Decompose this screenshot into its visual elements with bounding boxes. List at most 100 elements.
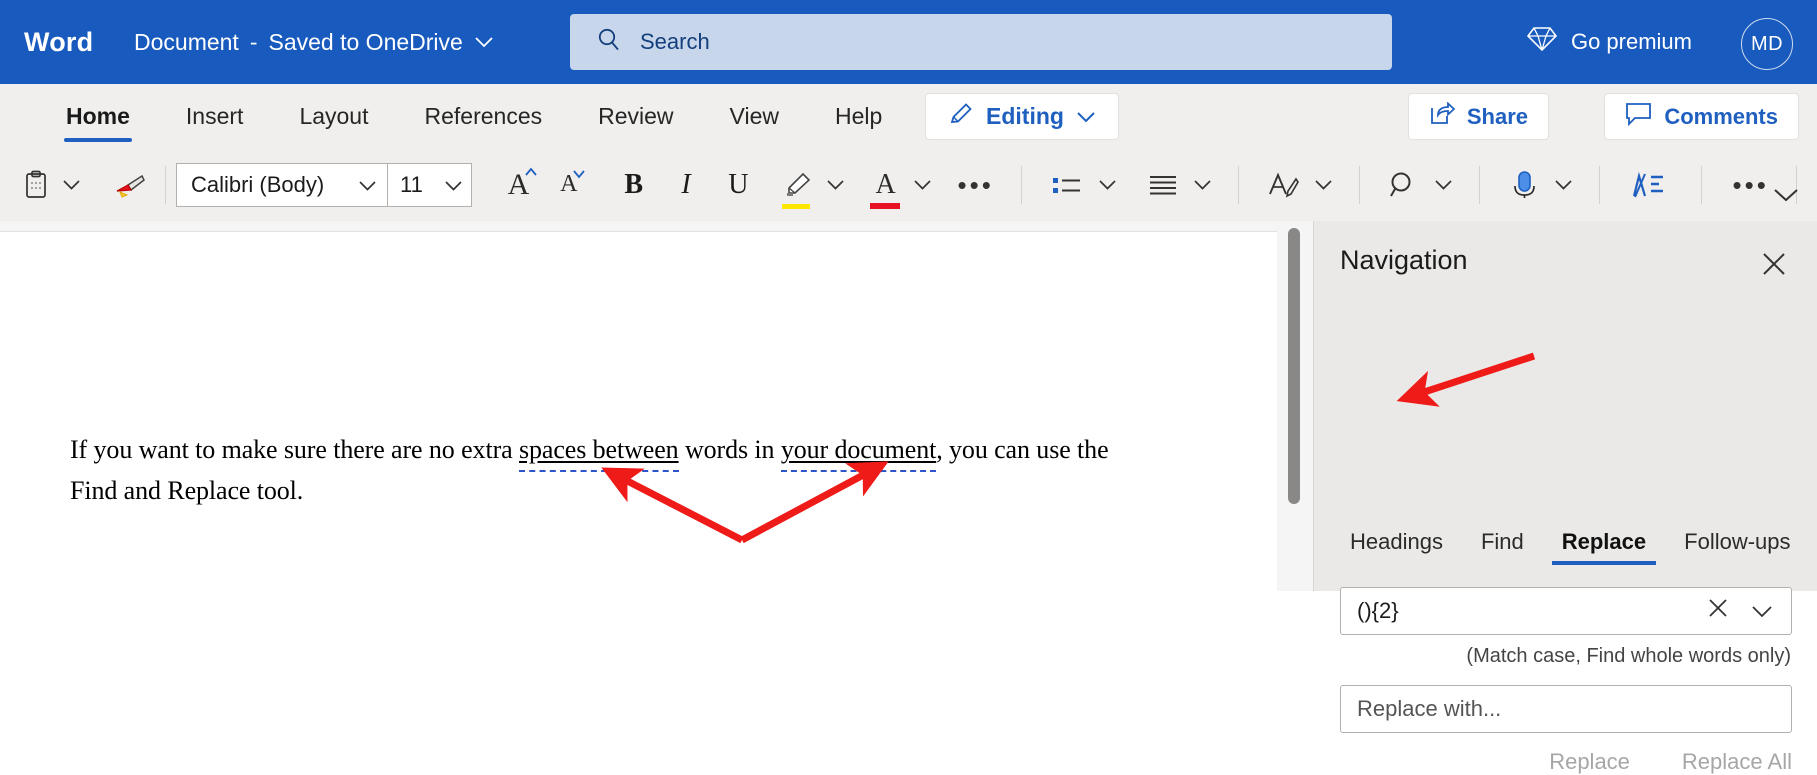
title-bar: Word Document - Saved to OneDrive Search… bbox=[0, 0, 1817, 84]
highlight-icon[interactable] bbox=[774, 159, 821, 211]
toolbar-divider bbox=[1700, 165, 1702, 204]
replace-button[interactable]: Replace bbox=[1549, 749, 1630, 775]
search-box[interactable]: Search bbox=[570, 14, 1392, 70]
paste-clipboard-icon[interactable] bbox=[16, 159, 57, 211]
shrink-font-icon[interactable]: A bbox=[544, 159, 594, 211]
chevron-down-icon bbox=[444, 172, 463, 198]
tab-review[interactable]: Review bbox=[570, 84, 701, 148]
dictate-dropdown[interactable] bbox=[1548, 159, 1579, 211]
tab-references[interactable]: References bbox=[397, 84, 571, 148]
editing-label: Editing bbox=[986, 103, 1064, 129]
align-icon[interactable] bbox=[1139, 159, 1187, 211]
title-separator: - bbox=[249, 28, 258, 55]
font-color-icon[interactable]: A bbox=[863, 159, 908, 211]
font-name-selector[interactable]: Calibri (Body) bbox=[175, 162, 388, 207]
styles-icon[interactable] bbox=[1259, 159, 1307, 211]
toolbar-divider bbox=[1478, 165, 1480, 204]
app-name: Word bbox=[24, 26, 94, 57]
toolbar-divider bbox=[165, 165, 166, 204]
ellipsis-glyph: ••• bbox=[957, 169, 994, 200]
paragraph-text-2: words in bbox=[678, 435, 781, 464]
comments-button[interactable]: Comments bbox=[1604, 93, 1799, 140]
more-options-icon[interactable]: ••• bbox=[1726, 159, 1776, 211]
document-scrollbar-thumb[interactable] bbox=[1288, 228, 1300, 504]
nav-tab-find[interactable]: Find bbox=[1471, 529, 1534, 565]
share-label: Share bbox=[1466, 103, 1528, 129]
share-button[interactable]: Share bbox=[1407, 93, 1549, 140]
save-status: Saved to OneDrive bbox=[268, 28, 463, 55]
align-dropdown[interactable] bbox=[1187, 159, 1218, 211]
close-icon[interactable] bbox=[1757, 247, 1791, 281]
search-placeholder: Search bbox=[640, 29, 710, 54]
format-painter-icon[interactable] bbox=[103, 159, 155, 211]
find-input-value: (){2} bbox=[1357, 598, 1399, 623]
chevron-down-icon[interactable] bbox=[474, 36, 494, 49]
go-premium-button[interactable]: Go premium bbox=[1526, 22, 1692, 62]
more-font-options-icon[interactable]: ••• bbox=[951, 159, 1001, 211]
nav-tab-followups[interactable]: Follow-ups bbox=[1674, 529, 1800, 565]
paragraph-text-1: If you want to make sure there are no ex… bbox=[70, 435, 519, 464]
diamond-icon bbox=[1526, 25, 1558, 59]
document-title-group[interactable]: Document - Saved to OneDrive bbox=[134, 29, 494, 56]
highlight-color-dropdown[interactable] bbox=[821, 159, 850, 211]
underline-icon[interactable]: U bbox=[712, 159, 764, 211]
toolbar-divider bbox=[1020, 165, 1022, 204]
paste-options-dropdown[interactable] bbox=[56, 159, 87, 211]
tab-insert[interactable]: Insert bbox=[158, 84, 272, 148]
comments-label: Comments bbox=[1664, 103, 1778, 129]
share-icon bbox=[1429, 100, 1456, 132]
navigation-pane: Navigation Headings Find Replace Follow-… bbox=[1313, 221, 1817, 774]
tab-home[interactable]: Home bbox=[38, 84, 158, 148]
nav-tab-headings[interactable]: Headings bbox=[1340, 529, 1453, 565]
tab-help[interactable]: Help bbox=[807, 84, 910, 148]
document-canvas: If you want to make sure there are no ex… bbox=[0, 221, 1313, 591]
bullets-icon[interactable] bbox=[1042, 159, 1092, 211]
toolbar-divider bbox=[1358, 165, 1360, 204]
tab-layout[interactable]: Layout bbox=[271, 84, 396, 148]
underline-glyph: U bbox=[728, 168, 749, 200]
chevron-down-icon[interactable] bbox=[1739, 598, 1777, 624]
italic-icon[interactable]: I bbox=[660, 159, 712, 211]
dictate-icon[interactable] bbox=[1500, 159, 1548, 211]
document-page[interactable]: If you want to make sure there are no ex… bbox=[0, 231, 1277, 591]
italic-glyph: I bbox=[681, 168, 691, 200]
editing-mode-button[interactable]: Editing bbox=[925, 93, 1119, 140]
bold-icon[interactable]: B bbox=[608, 159, 660, 211]
ribbon-tab-bar: Home Insert Layout References Review Vie… bbox=[0, 84, 1817, 148]
find-input[interactable]: (){2} bbox=[1340, 587, 1792, 635]
avatar[interactable]: MD bbox=[1741, 18, 1793, 70]
editor-icon[interactable] bbox=[1620, 159, 1676, 211]
replace-input[interactable]: Replace with... bbox=[1340, 685, 1792, 733]
styles-dropdown[interactable] bbox=[1308, 159, 1339, 211]
navigation-title: Navigation bbox=[1340, 245, 1468, 275]
avatar-initials: MD bbox=[1750, 32, 1784, 55]
font-size-value: 11 bbox=[399, 171, 423, 197]
bullets-dropdown[interactable] bbox=[1092, 159, 1123, 211]
search-icon bbox=[596, 27, 622, 58]
collapse-ribbon-icon[interactable] bbox=[1773, 188, 1799, 208]
font-color-glyph: A bbox=[875, 168, 896, 200]
replace-input-placeholder: Replace with... bbox=[1357, 696, 1502, 721]
nav-tab-replace[interactable]: Replace bbox=[1551, 529, 1657, 565]
document-name: Document bbox=[134, 28, 239, 55]
find-icon[interactable] bbox=[1380, 159, 1428, 211]
tab-view[interactable]: View bbox=[702, 84, 807, 148]
clear-icon[interactable] bbox=[1697, 597, 1739, 625]
pencil-icon bbox=[948, 101, 974, 133]
search-match-2: your document bbox=[780, 435, 937, 464]
search-options-note: (Match case, Find whole words only) bbox=[1466, 645, 1791, 667]
find-dropdown[interactable] bbox=[1428, 159, 1459, 211]
font-size-selector[interactable]: 11 bbox=[387, 162, 472, 207]
ribbon-tabs: Home Insert Layout References Review Vie… bbox=[38, 84, 910, 148]
format-toolbar: Calibri (Body) 11 A A B I U A ••• ••• bbox=[0, 148, 1817, 221]
document-paragraph: If you want to make sure there are no ex… bbox=[70, 432, 1165, 510]
comment-icon bbox=[1625, 102, 1652, 132]
grow-font-icon[interactable]: A bbox=[493, 159, 543, 211]
font-name-value: Calibri (Body) bbox=[190, 171, 325, 197]
ellipsis-glyph: ••• bbox=[1732, 169, 1769, 200]
search-match-1: spaces between bbox=[518, 435, 679, 464]
font-color-dropdown[interactable] bbox=[908, 159, 937, 211]
go-premium-label: Go premium bbox=[1570, 29, 1692, 54]
replace-all-button[interactable]: Replace All bbox=[1682, 749, 1792, 775]
paragraph-text-3: , you can use the bbox=[936, 435, 1109, 464]
